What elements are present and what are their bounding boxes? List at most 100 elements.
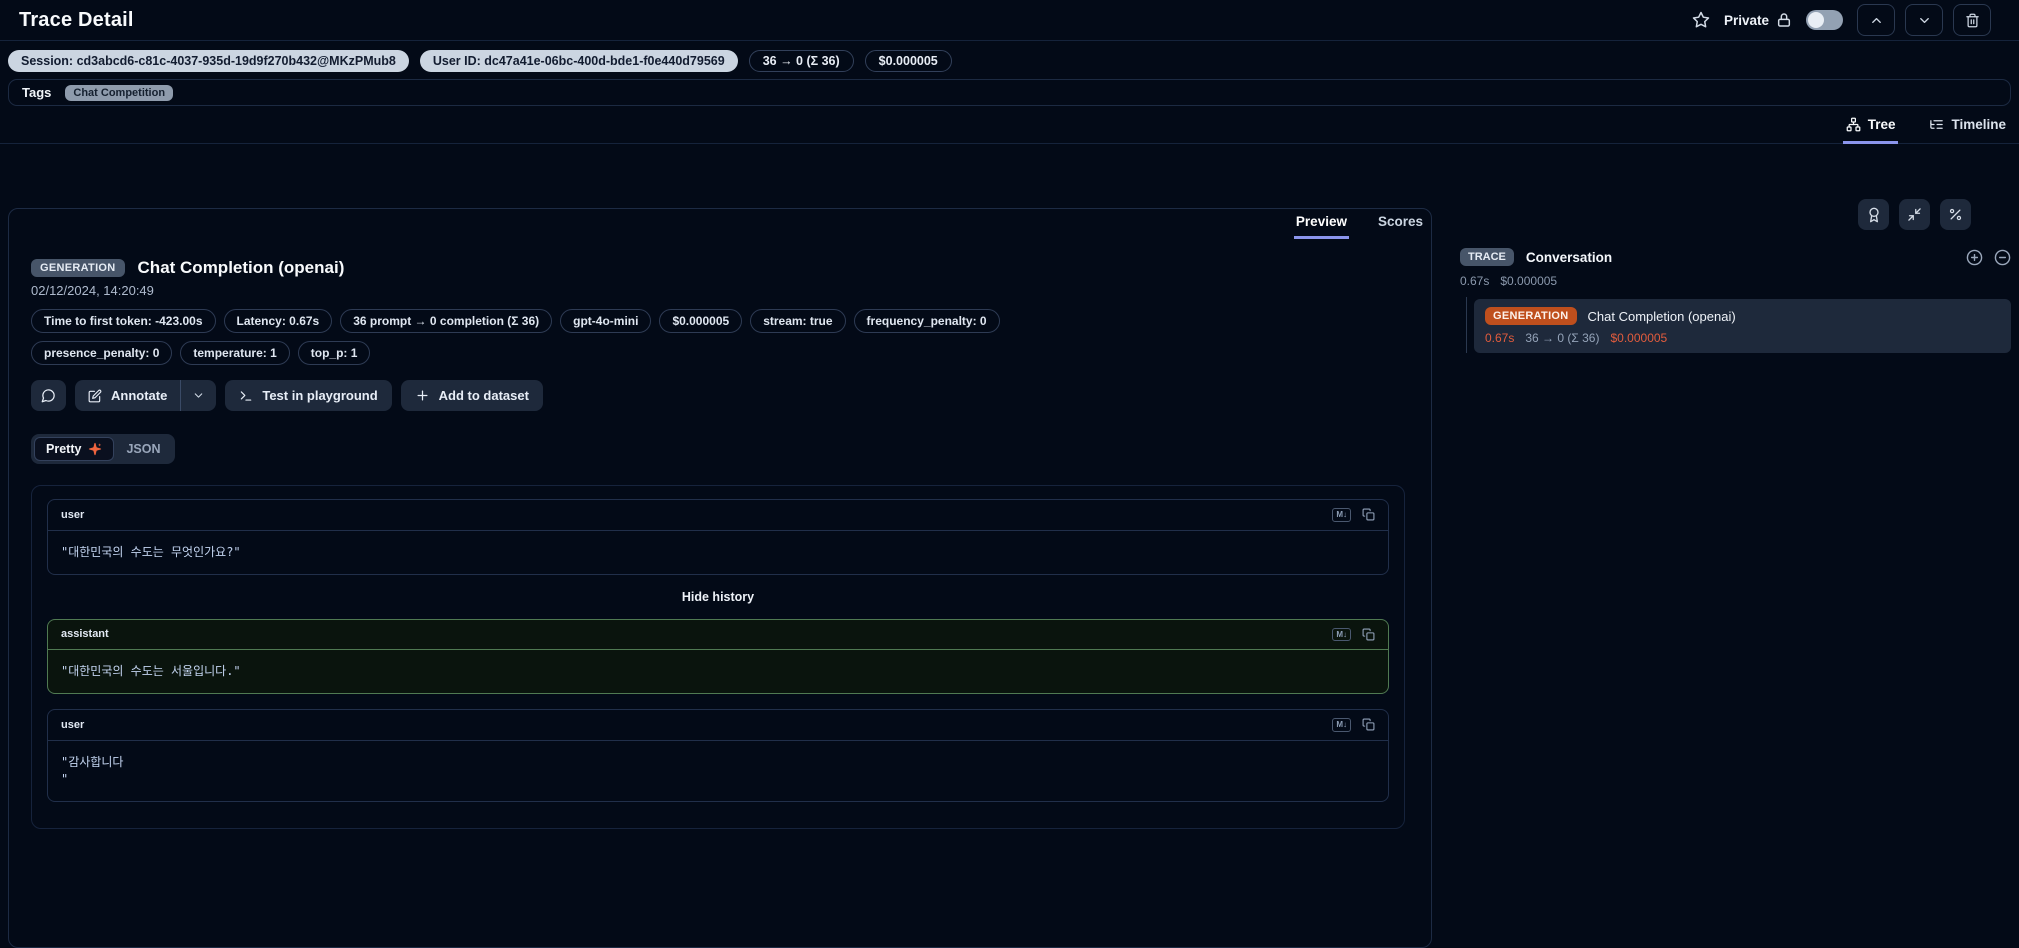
pill-time-to-first-token: Time to first token: -423.00s [31,309,216,333]
pill-frequency-penalty: frequency_penalty: 0 [853,309,1000,333]
generation-type-badge: GENERATION [31,259,125,277]
top-header: Trace Detail Private [0,0,2019,41]
node-latency: 0.67s [1485,331,1515,345]
comment-icon [41,389,55,403]
message-role: user [61,718,85,731]
add-to-dataset-label: Add to dataset [438,388,529,403]
messages-container: user M↓ "대한민국의 수도는 무엇인가요?" Hide history … [31,485,1405,829]
annotate-pen-icon [88,389,102,402]
chevron-up-icon [1871,17,1881,23]
privacy-label: Private [1723,12,1769,28]
trace-cost: $0.000005 [1500,274,1558,288]
pill-temperature: temperature: 1 [180,341,290,365]
message-tools: M↓ [1332,508,1375,522]
pill-stream: stream: true [750,309,846,333]
pill-model: gpt-4o-mini [560,309,652,333]
annotate-button[interactable]: Annotate [75,380,180,411]
tab-timeline[interactable]: Timeline [1926,111,2009,144]
page-title: Trace Detail [19,8,134,31]
tag-chip[interactable]: Chat Competition [65,84,174,101]
session-badge[interactable]: Session: cd3abcd6-c81c-4037-935d-19d9f27… [8,50,409,72]
tree-node-title: Chat Completion (openai) [1587,308,1736,324]
tree-controls [1460,199,2011,230]
tab-tree[interactable]: Tree [1842,111,1899,144]
annotate-dropdown-button[interactable] [181,380,216,411]
minimize-icon [1908,208,1921,221]
trash-icon [1965,13,1979,27]
tree-node-generation[interactable]: GENERATION Chat Completion (openai) 0.67… [1474,299,2011,353]
trace-root-row[interactable]: TRACE Conversation [1460,248,2011,266]
test-in-playground-label: Test in playground [262,388,378,403]
format-json-segment[interactable]: JSON [114,437,172,461]
tree-item: GENERATION Chat Completion (openai) 0.67… [1466,297,2011,353]
observation-title: Chat Completion (openai) [137,258,345,277]
actions-row: Annotate Test in playground Add to datas… [31,380,1405,411]
lock-icon [1776,12,1792,28]
test-in-playground-button[interactable]: Test in playground [225,380,392,411]
message-header: user M↓ [48,710,1388,741]
message-content: "대한민국의 수도는 무엇인가요?" [61,544,241,559]
user-id-badge[interactable]: User ID: dc47a41e-06bc-400d-bde1-f0e440d… [419,50,738,72]
markdown-toggle-icon[interactable]: M↓ [1332,627,1351,642]
tab-tree-label: Tree [1867,117,1896,132]
tab-timeline-label: Timeline [1951,117,2006,132]
comment-button[interactable] [31,380,66,411]
format-pretty-segment[interactable]: Pretty [34,437,115,461]
percent-icon [1949,208,1962,221]
copy-icon[interactable] [1362,628,1375,641]
tree-node-metrics: 0.67s 36 → 0 (Σ 36) $0.000005 [1485,331,2000,345]
id-badges-row: Session: cd3abcd6-c81c-4037-935d-19d9f27… [0,41,2019,79]
public-toggle[interactable] [1806,10,1843,30]
sparkles-icon [89,442,102,456]
privacy-status: Private [1724,12,1792,28]
prev-trace-button[interactable] [1857,4,1895,36]
tab-preview[interactable]: Preview [1293,209,1349,239]
message-tools: M↓ [1332,627,1375,642]
plus-icon [417,390,428,401]
copy-icon[interactable] [1362,508,1375,521]
trace-type-badge: TRACE [1460,248,1514,266]
delete-trace-button[interactable] [1953,4,1991,36]
hide-history-button[interactable]: Hide history [47,590,1389,604]
add-to-dataset-button[interactable]: Add to dataset [400,380,543,411]
tree-indent-guide [1466,297,1467,353]
chevron-down-icon [195,393,203,398]
pill-token-usage: 36 prompt → 0 completion (Σ 36) [340,309,553,333]
copy-icon[interactable] [1362,718,1375,731]
node-cost: $0.000005 [1610,331,1668,345]
scores-toggle-button[interactable] [1858,199,1889,230]
timeline-icon [1930,120,1944,129]
message-content: "대한민국의 수도는 서울입니다." [61,664,241,679]
metrics-toggle-button[interactable] [1940,199,1971,230]
collapse-node-button[interactable] [1994,249,2011,266]
trace-tree-panel: TRACE Conversation 0.67s $0.000005 GENER… [1460,199,2011,353]
pill-presence-penalty: presence_penalty: 0 [31,341,173,365]
terminal-icon [241,390,252,401]
markdown-toggle-icon[interactable]: M↓ [1332,718,1351,732]
annotate-label: Annotate [111,388,168,403]
expand-all-button[interactable] [1966,249,1983,266]
tags-label: Tags [22,85,52,100]
trace-latency: 0.67s [1460,274,1490,288]
header-actions: Private [1692,4,1991,36]
pill-cost: $0.000005 [659,309,743,333]
annotate-split-button: Annotate [75,380,217,411]
panel-tabs: Preview Scores [1293,209,1425,239]
chevron-down-icon [1919,17,1929,23]
collapse-all-button[interactable] [1899,199,1930,230]
message-role: user [61,508,85,521]
pretty-label: Pretty [46,442,82,456]
markdown-toggle-icon[interactable]: M↓ [1332,508,1351,522]
observation-card: Preview Scores GENERATION Chat Completio… [8,208,1432,948]
toggle-knob [1808,12,1824,28]
message-content: "감사합니다 " [61,754,124,786]
star-icon[interactable] [1692,11,1710,29]
trace-title: Conversation [1525,249,1613,265]
next-trace-button[interactable] [1905,4,1943,36]
view-tabs: Tree Timeline [0,111,2019,144]
metadata-pills: Time to first token: -423.00s Latency: 0… [31,309,1091,365]
tags-box: Tags Chat Competition [8,79,2011,106]
trace-stats: 0.67s $0.000005 [1460,274,2011,288]
tab-scores[interactable]: Scores [1376,209,1425,239]
minus-circle-icon [1994,249,2011,265]
